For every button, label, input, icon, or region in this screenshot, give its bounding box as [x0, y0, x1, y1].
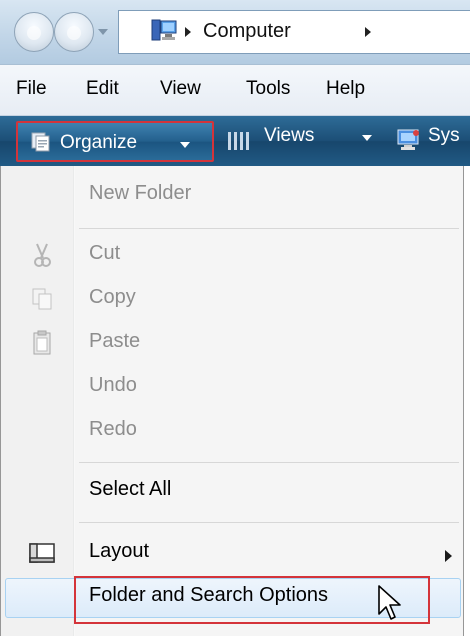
recent-pages-dropdown-icon[interactable] [98, 29, 108, 35]
copy-icon [32, 288, 52, 310]
mouse-pointer-icon [378, 585, 401, 620]
organize-chevron-down-icon [180, 142, 190, 148]
back-button[interactable] [14, 12, 54, 52]
menu-help[interactable]: Help [326, 78, 365, 100]
organize-button[interactable]: Organize [16, 121, 214, 162]
breadcrumb-chevron-icon[interactable] [365, 27, 371, 37]
menu-separator [79, 522, 459, 523]
breadcrumb-computer[interactable]: Computer [203, 20, 291, 43]
organize-menu: New Folder Cut Copy Paste Undo Redo Sele… [0, 166, 464, 636]
submenu-arrow-icon [445, 550, 452, 562]
views-icon[interactable] [226, 130, 252, 152]
computer-icon [151, 19, 177, 41]
menu-item-undo[interactable]: Undo [89, 374, 137, 397]
clipboard-icon [33, 330, 51, 355]
menu-item-select-all[interactable]: Select All [89, 478, 171, 501]
views-chevron-down-icon[interactable] [362, 135, 372, 141]
menu-tools[interactable]: Tools [246, 78, 290, 100]
menu-item-layout[interactable]: Layout [89, 540, 149, 563]
system-properties-button[interactable]: Sys [428, 125, 460, 147]
scissors-icon [34, 243, 51, 267]
menu-item-paste[interactable]: Paste [89, 330, 140, 353]
layout-icon [29, 543, 55, 563]
menu-bar: File Edit View Tools Help [0, 64, 470, 116]
menu-separator [79, 462, 459, 463]
menu-icon-divider [73, 166, 75, 636]
menu-item-new-folder[interactable]: New Folder [89, 182, 191, 205]
views-button[interactable]: Views [264, 125, 314, 147]
command-bar: Organize Views Sys [0, 116, 470, 166]
menu-separator [79, 228, 459, 229]
menu-item-cut[interactable]: Cut [89, 242, 120, 265]
menu-item-copy[interactable]: Copy [89, 286, 136, 309]
address-bar[interactable]: Computer [118, 10, 470, 54]
menu-item-redo[interactable]: Redo [89, 418, 137, 441]
forward-button[interactable] [54, 12, 94, 52]
menu-file[interactable]: File [16, 78, 47, 100]
menu-view[interactable]: View [160, 78, 201, 100]
address-area: Computer [0, 0, 470, 64]
organize-icon [31, 132, 50, 152]
organize-label: Organize [60, 132, 138, 153]
menu-edit[interactable]: Edit [86, 78, 119, 100]
breadcrumb-separator-icon[interactable] [185, 27, 191, 37]
system-properties-icon[interactable] [396, 128, 422, 152]
